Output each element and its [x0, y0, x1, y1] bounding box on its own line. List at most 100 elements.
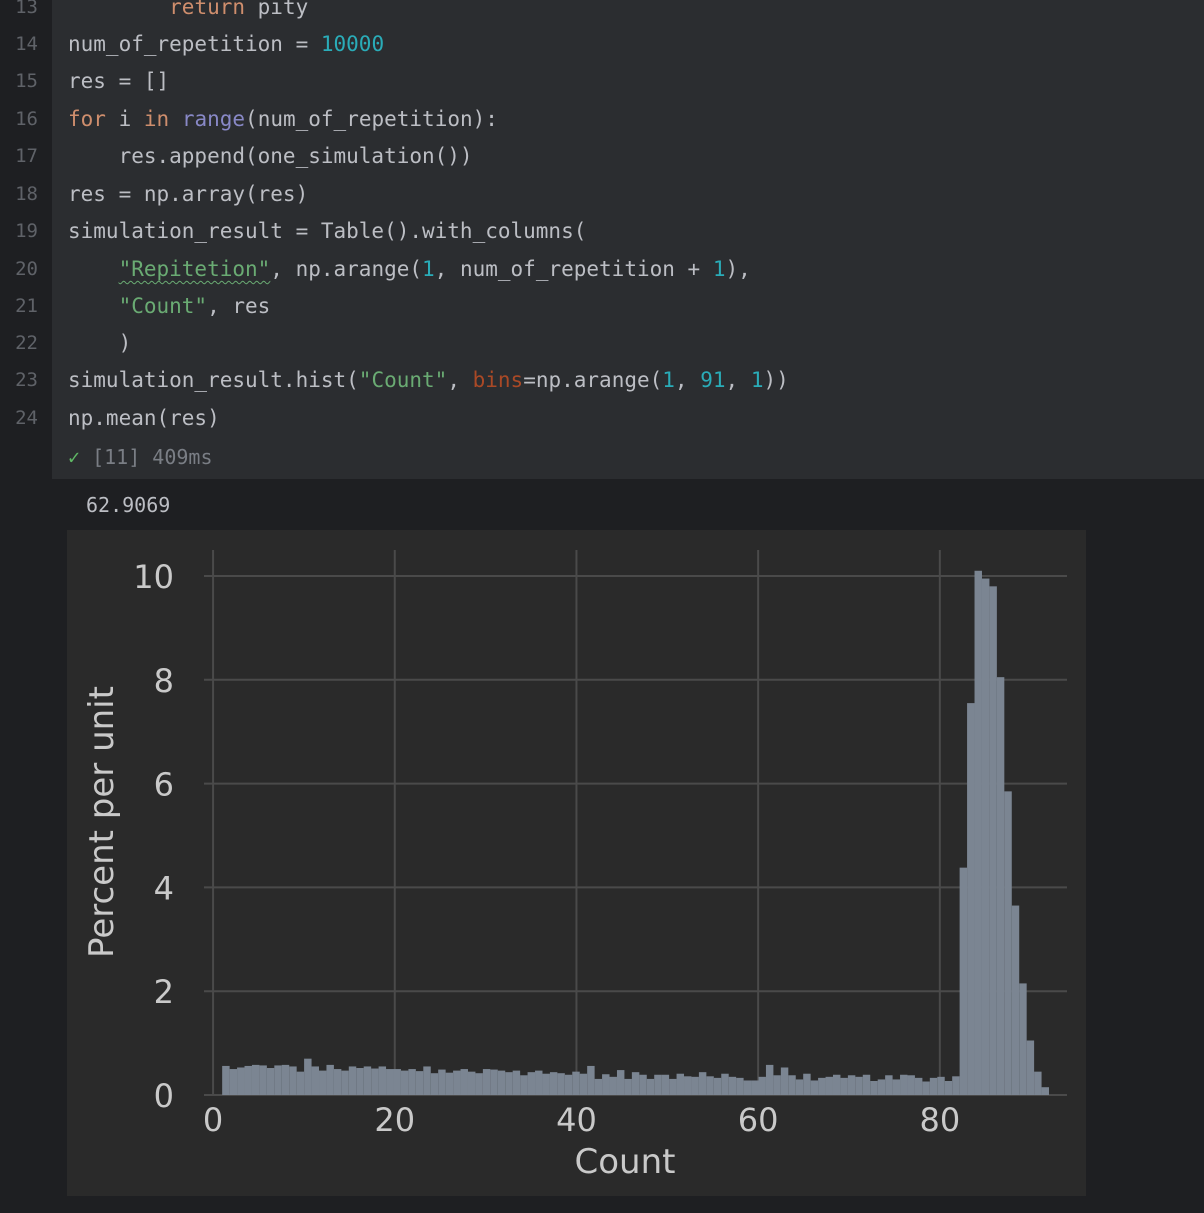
- code-line[interactable]: np.mean(res): [68, 407, 220, 429]
- histogram-bar: [244, 1065, 252, 1095]
- histogram-bar: [1004, 791, 1012, 1095]
- code-token: bins: [472, 368, 524, 392]
- histogram-bar: [490, 1069, 498, 1095]
- code-token: res.append(one_simulation()): [68, 144, 473, 168]
- x-tick-label: 80: [919, 1101, 960, 1139]
- code-line[interactable]: "Repitetion", np.arange(1, num_of_repeti…: [68, 258, 751, 280]
- line-number: 24: [15, 407, 38, 429]
- histogram-bar: [825, 1076, 833, 1095]
- histogram-bar: [736, 1077, 744, 1095]
- code-line[interactable]: return pity: [68, 0, 308, 18]
- code-line[interactable]: res = np.array(res): [68, 183, 308, 205]
- code-line[interactable]: simulation_result = Table().with_columns…: [68, 220, 586, 242]
- code-token: )): [763, 368, 789, 392]
- code-token: , np.arange(: [270, 257, 423, 281]
- code-line[interactable]: ): [68, 331, 132, 355]
- code-token: ,: [725, 368, 751, 392]
- histogram-bar: [967, 703, 975, 1095]
- code-token: 10000: [320, 32, 385, 56]
- y-axis-label: Percent per unit: [82, 686, 122, 958]
- histogram-bar: [624, 1078, 632, 1095]
- histogram-bar: [326, 1064, 334, 1095]
- histogram-bar: [944, 1080, 953, 1095]
- histogram-bar: [847, 1075, 856, 1095]
- code-line[interactable]: "Count", res: [68, 294, 271, 318]
- histogram-bar: [512, 1070, 521, 1095]
- histogram-bar: [840, 1077, 848, 1095]
- histogram-bar: [251, 1064, 260, 1095]
- code-token: range: [181, 107, 246, 131]
- code-token: res = []: [68, 69, 170, 93]
- histogram-bar: [304, 1058, 312, 1095]
- histogram-bar: [661, 1074, 670, 1095]
- histogram-bar: [616, 1070, 625, 1095]
- histogram-bar: [602, 1074, 610, 1095]
- y-tick-label: 0: [154, 1077, 174, 1115]
- histogram-bar: [393, 1069, 401, 1095]
- code-line[interactable]: num_of_repetition = 10000: [68, 33, 384, 55]
- histogram-bar: [296, 1071, 305, 1095]
- code-token: 1: [662, 368, 675, 392]
- code-token: np.mean(res): [68, 406, 220, 430]
- histogram-bar: [505, 1072, 513, 1095]
- line-number: 19: [15, 220, 38, 242]
- line-number: 23: [15, 369, 38, 391]
- histogram-bar: [974, 570, 982, 1095]
- histogram-bar: [549, 1072, 558, 1095]
- histogram-bar: [408, 1069, 416, 1095]
- histogram-bar: [453, 1070, 461, 1095]
- histogram-bar: [579, 1073, 588, 1095]
- line-number-gutter: [0, 0, 52, 1213]
- y-tick-label: 8: [154, 662, 174, 700]
- code-token: pity: [245, 0, 309, 19]
- line-number: 15: [15, 70, 38, 92]
- histogram-bar: [996, 677, 1005, 1095]
- histogram-bar: [1019, 983, 1027, 1095]
- code-token: , res: [207, 294, 271, 318]
- histogram-bar: [281, 1064, 290, 1095]
- histogram-bar: [706, 1076, 714, 1095]
- histogram-bar: [460, 1069, 468, 1095]
- histogram-bar: [319, 1070, 327, 1095]
- code-token: simulation_result = Table().with_columns…: [68, 219, 587, 243]
- histogram-bar: [929, 1077, 938, 1095]
- code-line[interactable]: for i in range(num_of_repetition):: [68, 108, 498, 130]
- code-token: "Count": [358, 368, 448, 392]
- histogram-bar: [803, 1073, 811, 1095]
- x-tick-label: 40: [556, 1101, 597, 1139]
- histogram-bar: [333, 1069, 342, 1095]
- histogram-bar: [229, 1069, 238, 1095]
- code-token: ): [68, 331, 132, 355]
- code-token: , num_of_repetition +: [434, 257, 713, 281]
- code-token: 91: [700, 368, 726, 392]
- histogram-bar: [870, 1080, 878, 1095]
- histogram-bar: [765, 1064, 774, 1095]
- code-token: 1: [422, 257, 435, 281]
- code-line[interactable]: res = []: [68, 70, 169, 92]
- histogram-bar: [341, 1070, 349, 1095]
- histogram-chart: 0 2 4 6 8 10 0 20 40 60 80 Count Percent per unit: [67, 530, 1086, 1196]
- line-number: 17: [15, 145, 38, 167]
- histogram-bar: [713, 1077, 722, 1095]
- code-line[interactable]: res.append(one_simulation()): [68, 145, 473, 167]
- code-token: i: [105, 107, 144, 131]
- histogram-bar: [877, 1079, 886, 1095]
- histogram-bar: [1026, 1040, 1035, 1095]
- histogram-bar: [237, 1067, 245, 1095]
- x-axis-label: Count: [575, 1142, 676, 1182]
- histogram-bar: [654, 1074, 662, 1095]
- code-token: "Count": [118, 294, 208, 318]
- histogram-bar: [535, 1070, 543, 1095]
- code-line[interactable]: simulation_result.hist("Count", bins=np.…: [68, 369, 789, 391]
- histogram-bar: [952, 1076, 960, 1095]
- code-token: ,: [447, 368, 473, 392]
- code-token: in: [143, 107, 170, 131]
- histogram-bar: [423, 1066, 431, 1095]
- histogram-svg: 0 2 4 6 8 10 0 20 40 60 80 Count Percent per unit: [82, 550, 1067, 1182]
- histogram-bar: [721, 1073, 729, 1095]
- histogram-bar: [959, 867, 968, 1095]
- line-number: 20: [15, 258, 38, 280]
- histogram-bar: [1011, 905, 1020, 1095]
